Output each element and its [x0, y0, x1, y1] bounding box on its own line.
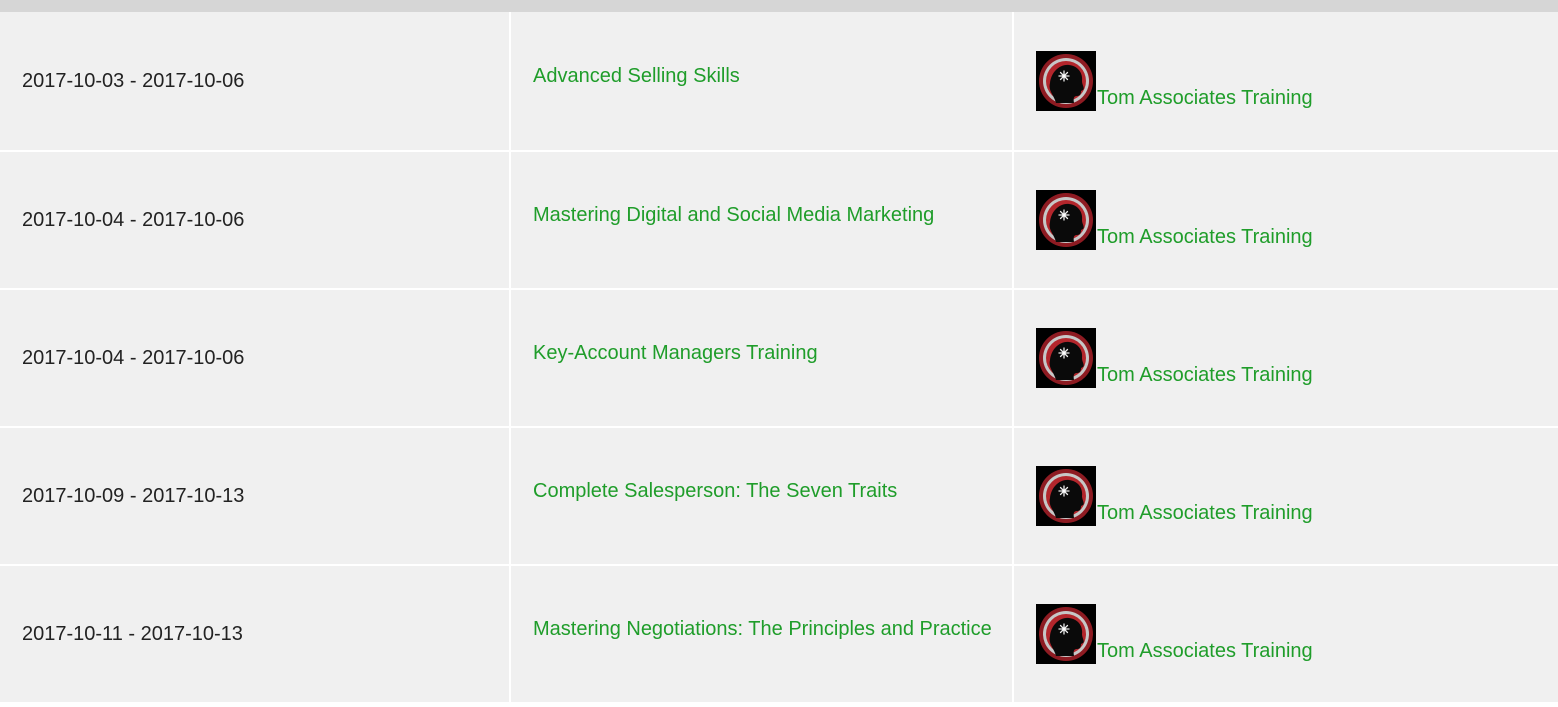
head-silhouette-logo-icon[interactable] [1036, 51, 1096, 111]
provider-cell: Tom Associates Training [1012, 426, 1558, 566]
table-row: 2017-10-03 - 2017-10-06 Advanced Selling… [0, 12, 1558, 152]
provider-name-link[interactable]: Tom Associates Training [1097, 226, 1313, 250]
table-row: 2017-10-04 - 2017-10-06 Key-Account Mana… [0, 288, 1558, 428]
course-title-link[interactable]: Mastering Digital and Social Media Marke… [533, 204, 1012, 237]
date-range-text: 2017-10-04 - 2017-10-06 [22, 208, 245, 231]
head-silhouette-logo-icon[interactable] [1036, 604, 1096, 664]
provider-cell: Tom Associates Training [1012, 12, 1558, 152]
provider-info: Tom Associates Training [1036, 466, 1558, 526]
table-header-bar [0, 0, 1558, 12]
head-silhouette-logo-icon[interactable] [1036, 328, 1096, 388]
provider-cell: Tom Associates Training [1012, 150, 1558, 290]
provider-cell: Tom Associates Training [1012, 564, 1558, 704]
course-cell: Complete Salesperson: The Seven Traits [509, 426, 1014, 566]
date-range-cell: 2017-10-04 - 2017-10-06 [0, 150, 511, 290]
provider-info: Tom Associates Training [1036, 51, 1558, 111]
head-silhouette-logo-icon[interactable] [1036, 466, 1096, 526]
date-range-cell: 2017-10-09 - 2017-10-13 [0, 426, 511, 566]
provider-name-link[interactable]: Tom Associates Training [1097, 364, 1313, 388]
provider-cell: Tom Associates Training [1012, 288, 1558, 428]
course-title-link[interactable]: Key-Account Managers Training [533, 342, 1012, 375]
provider-name-link[interactable]: Tom Associates Training [1097, 502, 1313, 526]
provider-info: Tom Associates Training [1036, 604, 1558, 664]
date-range-text: 2017-10-09 - 2017-10-13 [22, 484, 245, 507]
date-range-cell: 2017-10-04 - 2017-10-06 [0, 288, 511, 428]
course-title-link[interactable]: Complete Salesperson: The Seven Traits [533, 480, 1012, 513]
date-range-text: 2017-10-11 - 2017-10-13 [22, 622, 243, 645]
date-range-cell: 2017-10-03 - 2017-10-06 [0, 12, 511, 152]
table-row: 2017-10-04 - 2017-10-06 Mastering Digita… [0, 150, 1558, 290]
course-cell: Mastering Digital and Social Media Marke… [509, 150, 1014, 290]
course-title-link[interactable]: Mastering Negotiations: The Principles a… [533, 618, 1012, 651]
date-range-cell: 2017-10-11 - 2017-10-13 [0, 564, 511, 704]
course-cell: Key-Account Managers Training [509, 288, 1014, 428]
head-silhouette-logo-icon[interactable] [1036, 190, 1096, 250]
course-cell: Advanced Selling Skills [509, 12, 1014, 152]
provider-name-link[interactable]: Tom Associates Training [1097, 87, 1313, 111]
provider-name-link[interactable]: Tom Associates Training [1097, 640, 1313, 664]
provider-info: Tom Associates Training [1036, 190, 1558, 250]
course-title-link[interactable]: Advanced Selling Skills [533, 65, 1012, 98]
course-schedule-table: 2017-10-03 - 2017-10-06 Advanced Selling… [0, 12, 1558, 704]
provider-info: Tom Associates Training [1036, 328, 1558, 388]
date-range-text: 2017-10-04 - 2017-10-06 [22, 346, 245, 369]
date-range-text: 2017-10-03 - 2017-10-06 [22, 69, 245, 92]
course-cell: Mastering Negotiations: The Principles a… [509, 564, 1014, 704]
table-row: 2017-10-11 - 2017-10-13 Mastering Negoti… [0, 564, 1558, 704]
table-row: 2017-10-09 - 2017-10-13 Complete Salespe… [0, 426, 1558, 566]
